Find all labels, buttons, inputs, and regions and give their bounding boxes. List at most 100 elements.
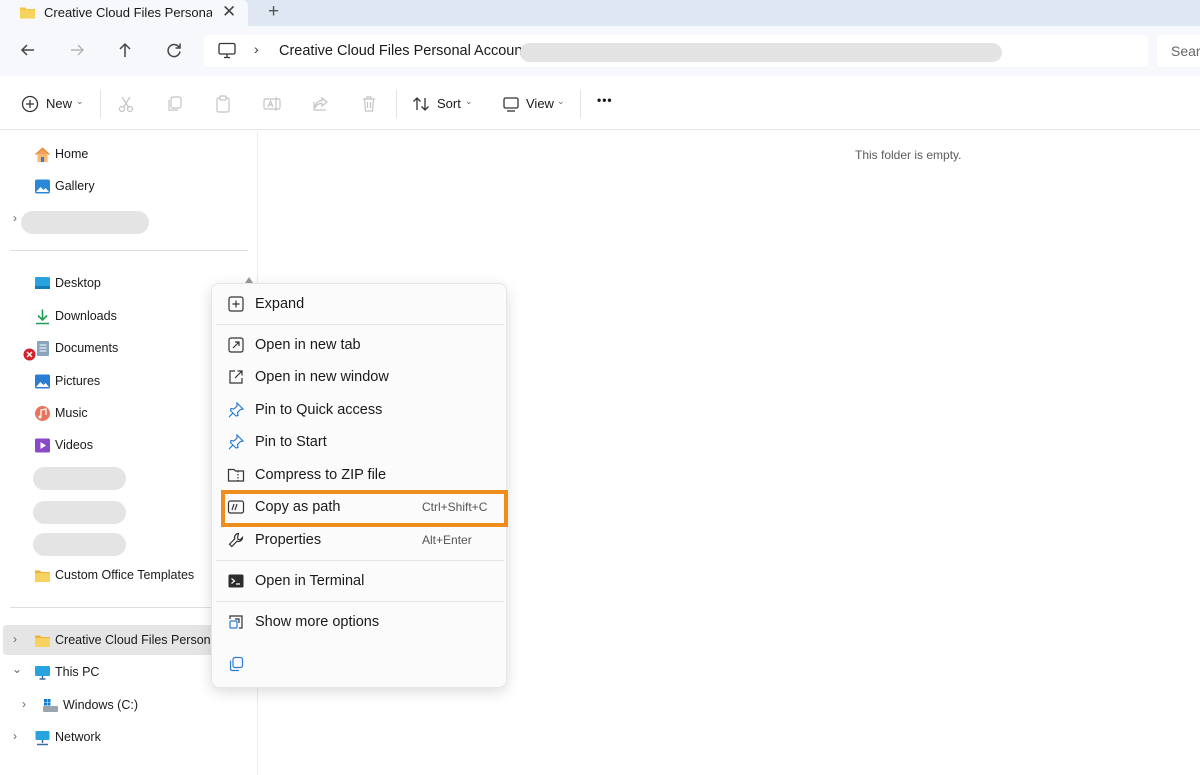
menu-item-label: Open in new tab bbox=[255, 337, 361, 353]
new-button[interactable]: New bbox=[46, 96, 72, 111]
new-window-icon bbox=[229, 370, 243, 384]
menu-item-label: Show more options bbox=[255, 614, 380, 630]
up-arrow-icon[interactable] bbox=[114, 39, 136, 61]
menu-item-open-terminal[interactable]: Open in Terminal bbox=[216, 565, 504, 597]
menu-item-pin-start[interactable]: Pin to Start bbox=[216, 426, 504, 458]
back-arrow-icon[interactable] bbox=[17, 39, 39, 61]
home-icon bbox=[35, 147, 50, 162]
view-button[interactable]: View bbox=[526, 96, 554, 111]
nav-item-windows-c[interactable]: › Windows (C:) bbox=[0, 690, 250, 720]
redacted-item[interactable] bbox=[33, 533, 126, 556]
refresh-icon[interactable] bbox=[163, 39, 185, 61]
document-icon bbox=[37, 341, 49, 356]
menu-divider bbox=[216, 560, 504, 561]
network-icon bbox=[35, 731, 50, 746]
more-options-button[interactable]: ••• bbox=[597, 93, 613, 107]
nav-label: Videos bbox=[55, 438, 93, 452]
chevron-right-icon[interactable]: › bbox=[13, 632, 17, 646]
new-tab-icon bbox=[228, 337, 244, 353]
paste-icon[interactable] bbox=[213, 94, 233, 114]
chevron-right-icon[interactable]: › bbox=[13, 729, 17, 743]
divider bbox=[100, 90, 101, 118]
nav-label: Windows (C:) bbox=[63, 698, 139, 712]
sort-icon[interactable] bbox=[411, 94, 431, 114]
view-icon[interactable] bbox=[501, 94, 521, 114]
chevron-right-icon[interactable]: › bbox=[22, 697, 26, 711]
divider bbox=[10, 250, 248, 251]
rename-icon[interactable] bbox=[262, 94, 282, 114]
new-tab-button[interactable]: + bbox=[268, 1, 279, 23]
zip-folder-icon bbox=[227, 468, 245, 482]
command-bar: New ⌄ Sort ⌄ View ⌄ ••• bbox=[0, 76, 1200, 130]
cut-icon[interactable] bbox=[116, 94, 136, 114]
videos-icon bbox=[35, 438, 50, 453]
delete-icon[interactable] bbox=[359, 94, 379, 114]
breadcrumb-chevron-icon[interactable]: › bbox=[254, 41, 259, 57]
nav-label: Downloads bbox=[55, 309, 117, 323]
empty-folder-message: This folder is empty. bbox=[855, 148, 962, 162]
nav-label: Creative Cloud Files Personal Account bbox=[55, 633, 211, 647]
address-bar[interactable]: › Creative Cloud Files Personal Account bbox=[204, 35, 1148, 67]
redacted-text bbox=[520, 43, 1002, 62]
wrench-icon bbox=[228, 532, 244, 548]
redacted-item[interactable] bbox=[33, 467, 126, 490]
pictures-icon bbox=[35, 374, 50, 389]
close-tab-button[interactable]: ✕ bbox=[222, 2, 236, 22]
download-icon bbox=[36, 309, 49, 325]
menu-item-open-new-tab[interactable]: Open in new tab bbox=[216, 329, 504, 361]
desktop-icon bbox=[35, 277, 50, 289]
context-menu: Expand Open in new tab Open in new windo… bbox=[211, 283, 507, 688]
menu-item-open-new-window[interactable]: Open in new window bbox=[216, 361, 504, 393]
forward-arrow-icon[interactable] bbox=[66, 39, 88, 61]
new-plus-icon[interactable] bbox=[20, 94, 40, 114]
chevron-down-icon: ⌄ bbox=[465, 96, 473, 106]
nav-label: Pictures bbox=[55, 374, 101, 388]
menu-item-label: Compress to ZIP file bbox=[255, 467, 387, 483]
nav-label: Custom Office Templates bbox=[55, 568, 195, 582]
nav-item-gallery[interactable]: Gallery bbox=[0, 171, 250, 201]
chevron-down-icon[interactable]: ⌄ bbox=[12, 662, 22, 676]
nav-label: Home bbox=[55, 147, 89, 161]
nav-label: This PC bbox=[55, 665, 100, 679]
menu-item-copilot[interactable] bbox=[216, 648, 256, 680]
sort-button[interactable]: Sort bbox=[437, 96, 461, 111]
tab-active[interactable]: Creative Cloud Files Personal Account ✕ bbox=[0, 0, 248, 26]
folder-icon bbox=[35, 635, 50, 647]
menu-divider bbox=[216, 601, 504, 602]
show-more-icon bbox=[229, 615, 243, 629]
computer-icon bbox=[218, 42, 236, 59]
menu-item-expand[interactable]: Expand bbox=[216, 288, 504, 320]
navigation-row: › Creative Cloud Files Personal Account … bbox=[0, 26, 1200, 76]
menu-item-label: Expand bbox=[255, 296, 305, 312]
search-placeholder: Search bbox=[1171, 43, 1200, 59]
nav-label: Network bbox=[55, 730, 101, 744]
nav-item-network[interactable]: › Network bbox=[0, 722, 250, 752]
breadcrumb-current[interactable]: Creative Cloud Files Personal Account bbox=[279, 43, 526, 59]
redacted-item[interactable] bbox=[33, 501, 126, 524]
menu-item-show-more-options[interactable]: Show more options bbox=[216, 606, 504, 638]
search-box[interactable]: Search bbox=[1157, 35, 1200, 67]
menu-item-label: Properties bbox=[255, 532, 322, 548]
nav-item-home[interactable]: Home bbox=[0, 139, 250, 169]
copy-icon[interactable] bbox=[165, 94, 185, 114]
chevron-right-icon[interactable]: › bbox=[13, 211, 17, 225]
redacted-label bbox=[21, 211, 149, 234]
folder-icon bbox=[20, 7, 35, 19]
menu-item-pin-quick-access[interactable]: Pin to Quick access bbox=[216, 394, 504, 426]
menu-item-label: Pin to Start bbox=[255, 434, 327, 450]
menu-item-label: Pin to Quick access bbox=[255, 402, 383, 418]
divider bbox=[396, 90, 397, 118]
music-icon bbox=[35, 406, 50, 421]
menu-item-label: Open in new window bbox=[255, 369, 389, 385]
highlight-box bbox=[221, 490, 508, 527]
menu-item-compress-zip[interactable]: Compress to ZIP file bbox=[216, 459, 504, 491]
gallery-icon bbox=[35, 179, 50, 194]
nav-label: Music bbox=[55, 406, 88, 420]
sync-error-icon bbox=[23, 348, 36, 361]
menu-item-label: Open in Terminal bbox=[255, 573, 365, 589]
nav-item-redacted[interactable]: › bbox=[0, 203, 250, 234]
share-icon[interactable] bbox=[311, 94, 331, 114]
divider bbox=[580, 90, 581, 118]
terminal-icon bbox=[228, 574, 244, 588]
menu-item-properties[interactable]: Properties Alt+Enter bbox=[216, 524, 504, 556]
